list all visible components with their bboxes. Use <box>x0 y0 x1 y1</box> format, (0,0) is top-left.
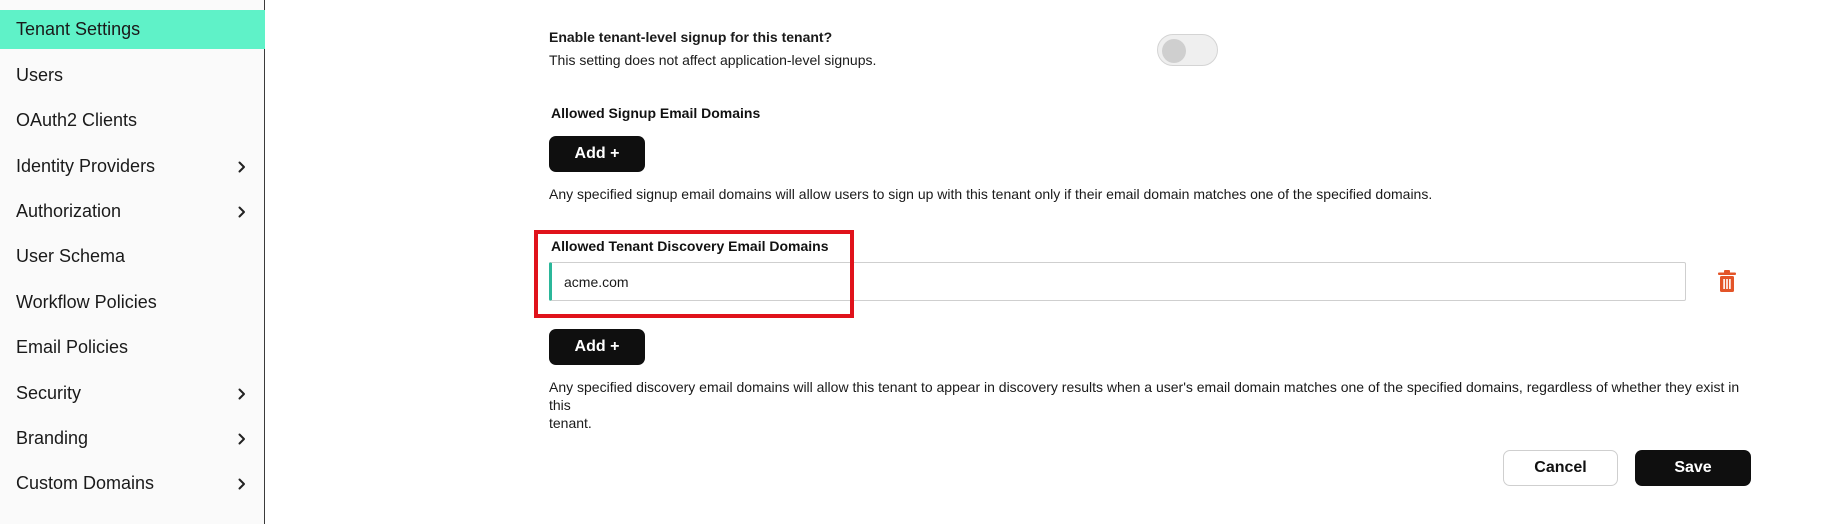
sidebar-item-label: Branding <box>16 428 89 448</box>
sidebar-item-label: OAuth2 Clients <box>16 110 138 130</box>
sidebar-item-user-schema[interactable]: User Schema <box>0 237 265 276</box>
toggle-knob <box>1162 39 1186 63</box>
cancel-button[interactable]: Cancel <box>1503 450 1618 486</box>
save-button[interactable]: Save <box>1635 450 1751 486</box>
discovery-domains-label: Allowed Tenant Discovery Email Domains <box>551 238 829 254</box>
sidebar-item-branding[interactable]: Branding <box>0 419 265 458</box>
chevron-right-icon <box>237 477 247 491</box>
chevron-right-icon <box>237 205 247 219</box>
sidebar-item-security[interactable]: Security <box>0 374 265 413</box>
sidebar-item-custom-domains[interactable]: Custom Domains <box>0 464 265 503</box>
sidebar-item-label: Security <box>16 383 82 403</box>
sidebar-item-label: Custom Domains <box>16 473 155 493</box>
discovery-help-line-2: tenant. <box>549 415 592 431</box>
sidebar-item-email-policies[interactable]: Email Policies <box>0 328 265 367</box>
add-discovery-domain-button[interactable]: Add + <box>549 329 645 365</box>
sidebar-item-label: Tenant Settings <box>16 19 141 39</box>
sidebar-item-label: Authorization <box>16 201 122 221</box>
trash-icon[interactable] <box>1716 269 1738 293</box>
signup-domains-help: Any specified signup email domains will … <box>549 186 1433 202</box>
sidebar-item-label: Identity Providers <box>16 156 156 176</box>
sidebar-item-identity-providers[interactable]: Identity Providers <box>0 147 265 186</box>
signup-domains-label: Allowed Signup Email Domains <box>551 105 761 121</box>
sidebar-item-workflow-policies[interactable]: Workflow Policies <box>0 283 265 322</box>
sidebar-item-oauth2-clients[interactable]: OAuth2 Clients <box>0 101 265 140</box>
add-signup-domain-button[interactable]: Add + <box>549 136 645 172</box>
app-window: Tenant Settings Users OAuth2 Clients Ide… <box>0 0 1821 524</box>
chevron-right-icon <box>237 432 247 446</box>
chevron-right-icon <box>237 160 247 174</box>
sidebar-item-authorization[interactable]: Authorization <box>0 192 265 231</box>
discovery-domains-help: Any specified discovery email domains wi… <box>549 378 1749 432</box>
sidebar-item-label: Users <box>16 65 64 85</box>
signup-toggle[interactable] <box>1157 34 1218 66</box>
chevron-right-icon <box>237 387 247 401</box>
sidebar-item-label: Email Policies <box>16 337 129 357</box>
discovery-domain-input[interactable] <box>549 262 1686 301</box>
sidebar-item-users[interactable]: Users <box>0 56 265 95</box>
signup-toggle-question: Enable tenant-level signup for this tena… <box>549 29 833 45</box>
sidebar-item-label: Workflow Policies <box>16 292 157 312</box>
sidebar-item-label: User Schema <box>16 246 126 266</box>
discovery-help-line-1: Any specified discovery email domains wi… <box>549 379 1740 413</box>
sidebar: Tenant Settings Users OAuth2 Clients Ide… <box>0 0 265 524</box>
signup-toggle-note: This setting does not affect application… <box>549 52 877 68</box>
sidebar-item-tenant-settings[interactable]: Tenant Settings <box>0 10 265 49</box>
